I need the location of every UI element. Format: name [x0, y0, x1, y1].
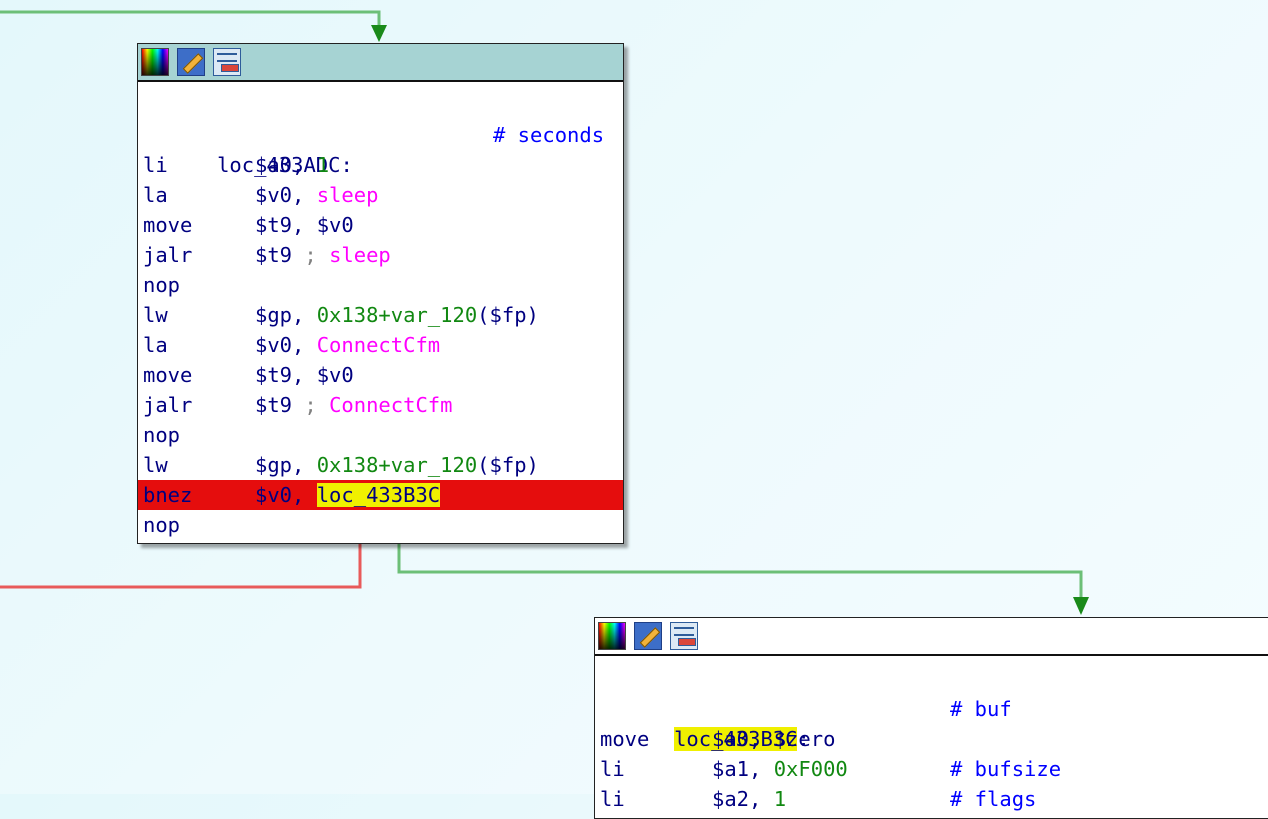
operands: $t9, $v0: [255, 363, 354, 387]
code-block-loc-433b3c[interactable]: loc_433B3C: # buf move $a0, $zero li $a1, 0…: [594, 617, 1268, 819]
operand-reference: 1: [773, 787, 787, 811]
instruction-line[interactable]: jalr $t9 ; ConnectCfm: [138, 390, 623, 420]
graph-overview-icon[interactable]: [670, 622, 698, 650]
mnemonic: nop: [143, 423, 181, 447]
block-toolbar: [595, 618, 1268, 656]
instruction-line[interactable]: la $v0, sleep: [138, 180, 623, 210]
operand-reference: 0xF000: [773, 757, 848, 781]
edge-incoming-arrow: [371, 25, 387, 42]
mnemonic: li: [600, 757, 625, 781]
mnemonic: jalr: [143, 243, 193, 267]
mnemonic: bnez: [143, 483, 193, 507]
edge-false-branch-arrow: [1073, 597, 1089, 615]
operands: $t9: [255, 243, 305, 267]
instruction-comment: # flags: [950, 787, 1037, 811]
mnemonic: move: [600, 727, 650, 751]
operands: $gp,: [255, 453, 317, 477]
color-palette-icon[interactable]: [141, 48, 169, 76]
comment-separator: ;: [304, 243, 330, 267]
edge-false-branch: [397, 544, 1083, 600]
block-label-line[interactable]: loc_433ADC: # seconds: [138, 120, 623, 177]
code-block-loc-433adc[interactable]: loc_433ADC: # seconds li $a0, 1 la $v0, sle…: [137, 43, 624, 544]
instruction-line[interactable]: lw $gp, 0x138+var_120($fp): [138, 450, 623, 480]
operands: $a2,: [712, 787, 774, 811]
operand-base-register: ($fp): [477, 303, 539, 327]
mnemonic: nop: [143, 273, 181, 297]
block-toolbar: [138, 44, 623, 82]
operands: $v0,: [255, 333, 317, 357]
operands: $t9: [255, 393, 305, 417]
mnemonic: la: [143, 183, 168, 207]
block-code: loc_433ADC: # seconds li $a0, 1 la $v0, sle…: [138, 82, 623, 540]
instruction-line[interactable]: move $t9, $v0: [138, 360, 623, 390]
rename-edit-icon[interactable]: [634, 622, 662, 650]
edge-incoming: [0, 10, 381, 30]
operand-reference[interactable]: ConnectCfm: [329, 393, 452, 417]
instruction-line[interactable]: bnez $v0, loc_433B3C: [138, 480, 623, 510]
mnemonic: lw: [143, 303, 168, 327]
operand-reference[interactable]: ConnectCfm: [317, 333, 440, 357]
instruction-line[interactable]: lw $gp, 0x138+var_120($fp): [138, 300, 623, 330]
mnemonic: lw: [143, 453, 168, 477]
operand-reference[interactable]: sleep: [329, 243, 391, 267]
block-label-line[interactable]: loc_433B3C: # buf: [595, 694, 1268, 751]
mnemonic: li: [600, 787, 625, 811]
label-comment: # buf: [950, 697, 1012, 721]
instruction-line[interactable]: li $a1, 0xF000 # bufsize: [595, 754, 1268, 784]
instruction-line[interactable]: la $v0, ConnectCfm: [138, 330, 623, 360]
instruction-line[interactable]: move $a0, $zero: [595, 724, 1268, 754]
mnemonic: jalr: [143, 393, 193, 417]
graph-overview-icon[interactable]: [213, 48, 241, 76]
instruction-line[interactable]: nop: [138, 420, 623, 450]
rename-edit-icon[interactable]: [177, 48, 205, 76]
mnemonic: move: [143, 363, 193, 387]
operands: $v0,: [255, 483, 317, 507]
operand-reference[interactable]: sleep: [317, 183, 379, 207]
mnemonic: li: [143, 153, 168, 177]
operands: $t9, $v0: [255, 213, 354, 237]
instruction-line[interactable]: nop: [138, 510, 623, 540]
operands: $a1,: [712, 757, 774, 781]
operand-reference: 1: [316, 153, 330, 177]
mnemonic: la: [143, 333, 168, 357]
instruction-line[interactable]: nop: [138, 270, 623, 300]
instruction-line[interactable]: jalr $t9 ; sleep: [138, 240, 623, 270]
instruction-line[interactable]: move $t9, $v0: [138, 210, 623, 240]
label-comment: # seconds: [493, 123, 605, 147]
operand-reference: 0x138+var_120: [316, 453, 478, 477]
operands: $gp,: [255, 303, 317, 327]
color-palette-icon[interactable]: [598, 622, 626, 650]
instruction-line[interactable]: li $a2, 1 # flags: [595, 784, 1268, 814]
operand-reference: 0x138+var_120: [316, 303, 478, 327]
mnemonic: move: [143, 213, 193, 237]
operands: $v0,: [255, 183, 317, 207]
instruction-line[interactable]: li $a0, 1: [138, 150, 623, 180]
operands: $a0,: [255, 153, 317, 177]
operand-base-register: ($fp): [477, 453, 539, 477]
edge-true-branch: [0, 544, 362, 589]
instruction-comment: # bufsize: [950, 757, 1062, 781]
comment-separator: ;: [304, 393, 330, 417]
mnemonic: nop: [143, 513, 181, 537]
block-code: loc_433B3C: # buf move $a0, $zero li $a1, 0…: [595, 656, 1268, 814]
operand-reference[interactable]: loc_433B3C: [316, 483, 441, 507]
operands: $a0, $zero: [712, 727, 836, 751]
